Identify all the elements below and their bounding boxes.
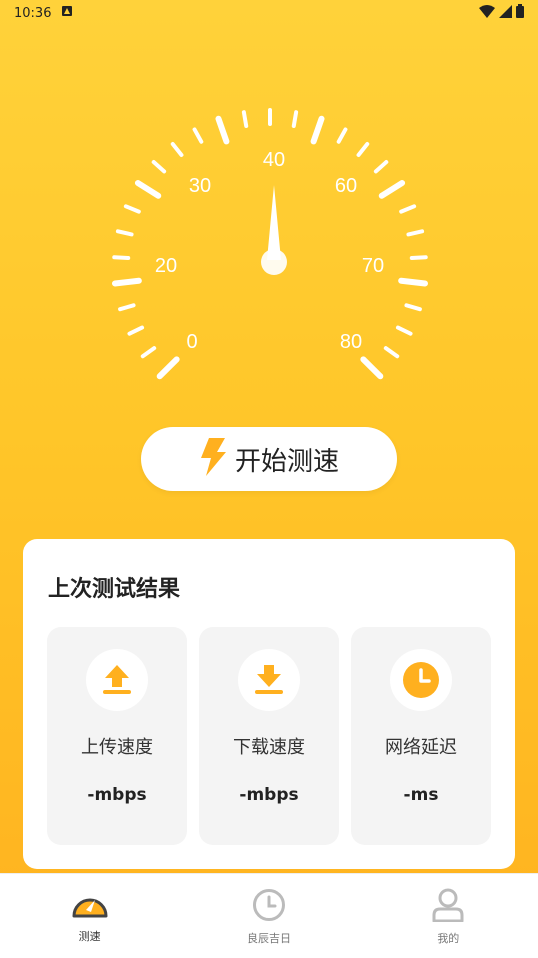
nav-label-profile: 我的 xyxy=(437,932,460,945)
gauge-tick xyxy=(127,325,145,336)
gauge-tick xyxy=(118,303,136,312)
speed-gauge: 0 20 30 40 60 70 80 xyxy=(111,108,429,380)
status-time: 10:36 xyxy=(14,5,52,21)
gauge-label-80: 80 xyxy=(340,331,362,353)
speedometer-icon xyxy=(70,888,110,924)
gauge-tick xyxy=(291,110,299,129)
gauge-tick xyxy=(399,204,417,214)
nav-label-auspicious-days: 良辰吉日 xyxy=(246,932,291,945)
gauge-tick xyxy=(336,127,348,144)
gauge-tick xyxy=(140,346,157,359)
gauge-tick xyxy=(378,180,406,199)
gauge-tick xyxy=(395,325,413,336)
gauge-tick xyxy=(356,142,370,157)
gauge-label-60: 60 xyxy=(335,175,357,197)
last-result-card: 上次测试结果 上传速度 -mbps 下载速度 -mbps 网络延迟 -ms xyxy=(23,539,515,869)
nav-label-speedtest: 测速 xyxy=(78,930,101,943)
gauge-tick xyxy=(111,277,142,287)
latency-metric: 网络延迟 -ms xyxy=(351,627,491,845)
upload-speed-value: -mbps xyxy=(87,785,147,805)
download-icon xyxy=(238,649,300,711)
status-bar: 10:36 xyxy=(0,0,538,26)
nav-item-profile[interactable]: 我的 xyxy=(359,874,538,958)
wifi-icon xyxy=(479,4,495,22)
upload-speed-metric: 上传速度 -mbps xyxy=(47,627,187,845)
gauge-tick xyxy=(360,356,384,380)
start-test-button[interactable]: 开始测速 xyxy=(141,427,397,491)
download-speed-metric: 下载速度 -mbps xyxy=(199,627,339,845)
gauge-tick xyxy=(115,229,134,237)
latency-label: 网络延迟 xyxy=(385,737,457,758)
gauge-tick xyxy=(112,255,131,261)
clock-icon xyxy=(252,888,286,926)
gauge-tick xyxy=(383,346,400,359)
battery-icon xyxy=(516,4,524,22)
bottom-navigation: 测速 良辰吉日 我的 xyxy=(0,873,538,958)
start-test-label: 开始测速 xyxy=(234,446,339,477)
gauge-tick xyxy=(134,180,162,199)
gauge-tick xyxy=(123,204,141,214)
gauge-needle xyxy=(267,185,281,260)
gauge-tick xyxy=(241,110,249,129)
gauge-label-40: 40 xyxy=(263,149,285,171)
gauge-tick xyxy=(406,229,425,237)
nav-item-auspicious-days[interactable]: 良辰吉日 xyxy=(179,874,358,958)
gauge-tick xyxy=(404,303,422,312)
clock-icon xyxy=(390,649,452,711)
lightning-icon xyxy=(199,438,227,480)
gauge-label-30: 30 xyxy=(189,175,211,197)
gauge-label-0: 0 xyxy=(186,331,197,353)
latency-value: -ms xyxy=(403,785,439,805)
gauge-tick xyxy=(170,142,184,157)
nav-item-speedtest[interactable]: 测速 xyxy=(0,874,179,958)
last-result-title: 上次测试结果 xyxy=(48,577,181,602)
gauge-needle-hub xyxy=(261,249,287,275)
gauge-tick xyxy=(409,255,428,261)
notification-icon xyxy=(61,5,73,21)
gauge-tick xyxy=(398,277,429,287)
upload-icon xyxy=(86,649,148,711)
user-icon xyxy=(431,888,465,926)
gauge-tick xyxy=(373,160,389,174)
gauge-tick xyxy=(156,356,180,380)
gauge-tick xyxy=(151,160,167,174)
gauge-tick xyxy=(192,127,204,144)
download-speed-value: -mbps xyxy=(239,785,299,805)
gauge-label-20: 20 xyxy=(155,255,177,277)
upload-speed-label: 上传速度 xyxy=(81,737,153,758)
gauge-tick xyxy=(310,115,325,145)
gauge-label-70: 70 xyxy=(362,255,384,277)
download-speed-label: 下载速度 xyxy=(233,737,305,758)
gauge-tick xyxy=(215,115,230,145)
signal-icon xyxy=(499,4,512,22)
